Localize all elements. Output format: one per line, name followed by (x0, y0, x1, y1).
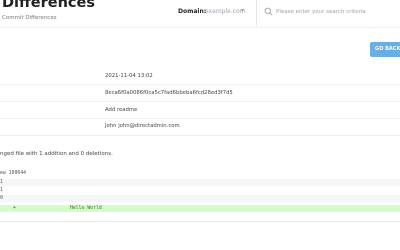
search-icon (264, 7, 273, 16)
commit-message: Add readme (105, 107, 138, 113)
row-divider (0, 84, 400, 85)
diff-file-header: ew 100644 (0, 171, 26, 176)
row-divider (0, 118, 400, 119)
add-marker: + (13, 206, 16, 211)
row-divider (0, 135, 400, 136)
diff-line: 0 (0, 195, 400, 202)
commit-author: John john@directadmin.com (105, 123, 180, 129)
diff-line: 1 (0, 187, 400, 194)
top-bar: Differences Commit Differences Domain: e… (0, 0, 400, 26)
search-input[interactable] (276, 5, 400, 18)
diff-bottom-border (0, 221, 400, 222)
diff-summary: nged file with 1 addition and 0 deletion… (0, 151, 113, 157)
page-subtitle: Commit Differences (2, 15, 57, 21)
domain-label: Domain: (178, 8, 207, 15)
diff-line: 1 (0, 179, 400, 186)
domain-select[interactable]: example.com (205, 8, 246, 15)
diff-view: ew 100644 1 1 0 + Hello World (0, 170, 400, 250)
line-number: 1 (0, 188, 3, 193)
row-divider (0, 101, 400, 102)
chevron-down-icon[interactable]: ▾ (241, 7, 244, 14)
line-number: 1 (0, 180, 3, 185)
commit-date: 2021-11-04 13:02 (105, 73, 153, 79)
diff-line-added: + Hello World (0, 205, 400, 212)
line-number: 0 (0, 196, 3, 201)
commit-hash: 8eca6f0a0086f0ca5c7fad6bbeba6fcd28ed3f7d… (105, 90, 233, 96)
header-border (0, 27, 400, 28)
page-title: Differences (2, 0, 95, 11)
header-divider (256, 0, 257, 26)
diff-code: Hello World (70, 206, 102, 211)
go-back-button[interactable]: GO BACK (370, 42, 400, 57)
